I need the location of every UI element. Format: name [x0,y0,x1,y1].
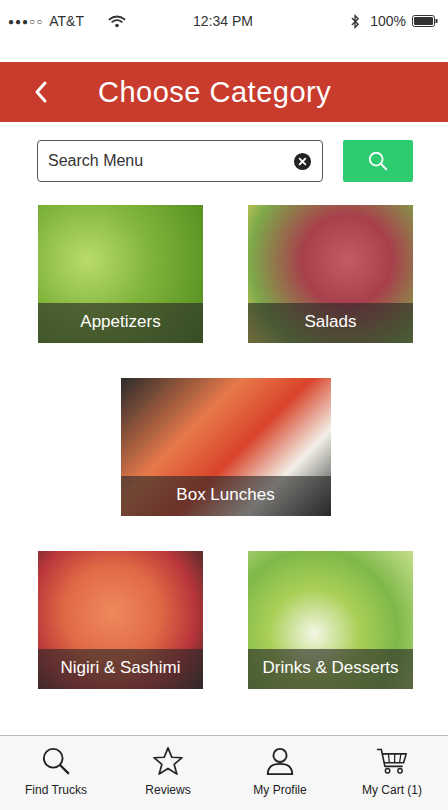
category-tile[interactable]: Box Lunches [121,378,331,516]
tab-item[interactable]: Find Trucks [0,736,112,810]
clock: 12:34 PM [193,13,253,29]
tab-label: Find Trucks [25,783,87,797]
tab-bar: Find Trucks Reviews My Profile My Cart (1) [0,735,448,810]
tab-label: My Cart (1) [362,783,422,797]
tab-item[interactable]: Reviews [112,736,224,810]
category-label: Nigiri & Sashimi [38,649,203,689]
app-screen: ●●●○○ AT&T 12:34 PM 100% Choose Category Sear… [0,0,448,810]
wifi-icon [108,15,126,28]
search-row: Search Menu [0,122,448,182]
star-icon [152,746,184,776]
category-grid: Appetizers Salads Box Lunches Nigiri & Sash… [0,182,448,689]
category-label: Salads [248,303,413,343]
search-field[interactable]: Search Menu [37,140,323,182]
battery-level: 100% [370,13,406,29]
battery-icon [412,15,438,27]
search-button[interactable] [343,140,413,182]
back-chevron-icon[interactable] [34,80,48,104]
header-title: Choose Category [98,76,331,109]
cart-icon [376,746,408,776]
tab-item[interactable]: My Cart (1) [336,736,448,810]
category-tile[interactable]: Appetizers [38,205,203,343]
search-icon [40,746,72,776]
signal-indicator: ●●●○○ [8,16,43,27]
carrier: AT&T [49,13,84,29]
search-placeholder: Search Menu [48,152,143,170]
status-bar: ●●●○○ AT&T 12:34 PM 100% [0,0,448,62]
header-bar: Choose Category [0,62,448,122]
tab-label: Reviews [145,783,190,797]
bluetooth-icon [351,14,360,29]
category-label: Box Lunches [121,476,331,516]
person-icon [264,746,296,776]
category-tile[interactable]: Salads [248,205,413,343]
magnifier-icon [367,150,389,172]
category-tile[interactable]: Nigiri & Sashimi [38,551,203,689]
category-label: Appetizers [38,303,203,343]
category-tile[interactable]: Drinks & Desserts [248,551,413,689]
clear-icon[interactable] [293,152,312,171]
tab-item[interactable]: My Profile [224,736,336,810]
tab-label: My Profile [253,783,306,797]
category-label: Drinks & Desserts [248,649,413,689]
